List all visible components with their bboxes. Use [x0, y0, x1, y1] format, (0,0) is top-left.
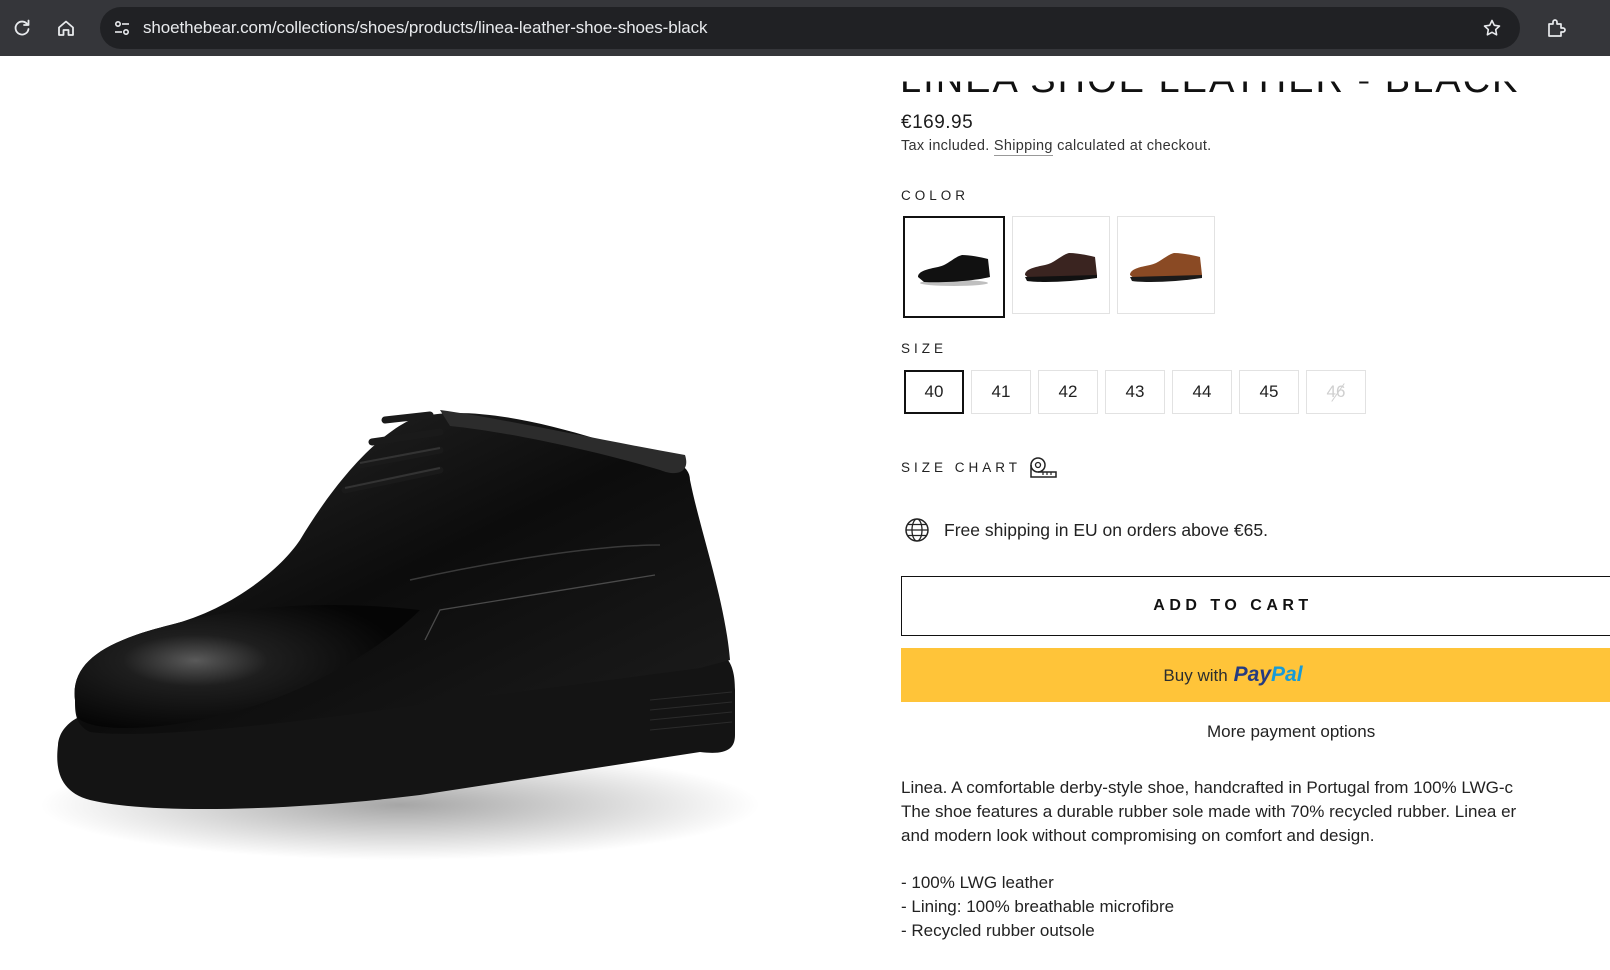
paypal-button[interactable]: Buy with Pay Pal	[901, 648, 1610, 702]
add-to-cart-button[interactable]: ADD TO CART	[901, 576, 1610, 636]
paypal-logo-pay: Pay	[1233, 663, 1272, 686]
description-line: Linea. A comfortable derby-style shoe, h…	[901, 778, 1513, 797]
tax-suffix: calculated at checkout.	[1057, 138, 1212, 154]
url-text[interactable]: shoethebear.com/collections/shoes/produc…	[143, 18, 708, 38]
free-shipping-note: Free shipping in EU on orders above €65.	[904, 517, 1268, 543]
brown-shoe-thumbnail	[1025, 253, 1097, 282]
size-chart-label: SIZE CHART	[901, 459, 1022, 475]
size-option[interactable]: 44	[1172, 370, 1232, 414]
add-to-cart-label: ADD TO CART	[1153, 597, 1313, 614]
size-chart-link[interactable]: SIZE CHART	[901, 456, 1059, 478]
tax-note: Tax included. Shipping calculated at che…	[901, 138, 1212, 156]
color-label: COLOR	[901, 188, 970, 203]
size-option[interactable]: 42	[1038, 370, 1098, 414]
browser-toolbar: shoethebear.com/collections/shoes/produc…	[0, 0, 1610, 56]
feature-item: - 100% LWG leather	[901, 873, 1054, 892]
extensions-icon[interactable]	[1542, 14, 1570, 42]
size-option-sold-out[interactable]: 46	[1306, 370, 1366, 414]
site-settings-icon[interactable]	[110, 16, 134, 40]
paypal-logo-pal: Pal	[1271, 663, 1303, 686]
feature-item: - Lining: 100% breathable microfibre	[901, 897, 1175, 916]
globe-icon	[905, 518, 929, 542]
address-bar[interactable]: shoethebear.com/collections/shoes/produc…	[100, 7, 1520, 49]
free-shipping-text: Free shipping in EU on orders above €65.	[944, 519, 1268, 540]
more-payment-options-link[interactable]: More payment options	[1207, 722, 1375, 742]
size-option[interactable]: 40	[904, 370, 964, 414]
feature-item: - Recycled rubber outsole	[901, 921, 1095, 940]
size-label: SIZE	[901, 341, 948, 356]
black-shoe-illustration	[40, 410, 760, 860]
reload-icon[interactable]	[8, 14, 36, 42]
product-features: - 100% LWG leather - Lining: 100% breath…	[901, 871, 1174, 943]
measuring-tape-icon	[1030, 457, 1057, 478]
paypal-button-content: Buy with Pay Pal	[1163, 663, 1302, 687]
color-swatch-cognac[interactable]	[1117, 216, 1215, 314]
product-title: LINEA SHOE LEATHER - BLACK	[900, 59, 1520, 102]
product-price: €169.95	[901, 112, 974, 133]
paypal-prefix: Buy with	[1163, 666, 1228, 685]
description-line: The shoe features a durable rubber sole …	[901, 802, 1517, 821]
size-option[interactable]: 43	[1105, 370, 1165, 414]
black-shoe-thumbnail	[918, 255, 990, 286]
description-line: and modern look without compromising on …	[901, 826, 1375, 845]
size-option[interactable]: 41	[971, 370, 1031, 414]
cognac-shoe-thumbnail	[1130, 253, 1202, 282]
home-icon[interactable]	[52, 14, 80, 42]
color-swatches	[903, 216, 1215, 318]
product-image[interactable]	[0, 56, 880, 965]
size-option[interactable]: 45	[1239, 370, 1299, 414]
color-swatch-dark-brown[interactable]	[1012, 216, 1110, 314]
shipping-link[interactable]: Shipping	[993, 138, 1053, 156]
color-swatch-black[interactable]	[903, 216, 1005, 318]
bookmark-star-icon[interactable]	[1480, 16, 1504, 40]
product-description: Linea. A comfortable derby-style shoe, h…	[901, 776, 1610, 848]
tax-prefix: Tax included.	[901, 138, 990, 154]
size-options: 40 41 42 43 44 45 46	[904, 370, 1366, 414]
